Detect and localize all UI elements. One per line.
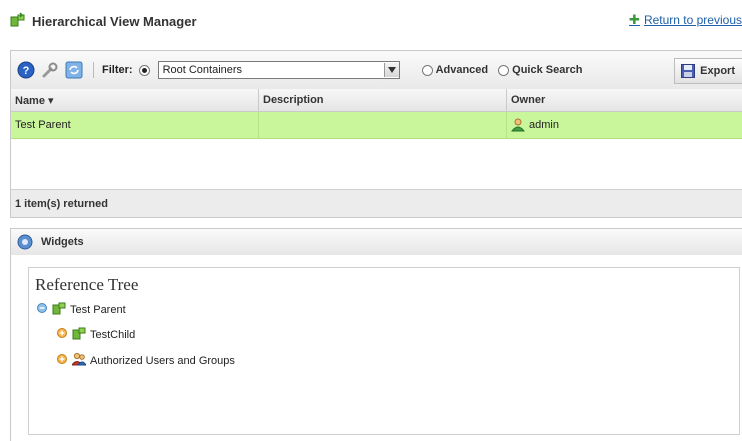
plus-icon: ✚ [629,12,640,27]
tree-node-test-parent[interactable]: Test Parent [37,301,126,318]
help-icon[interactable]: ? [17,61,35,79]
page-header: Hierarchical View Manager [10,10,197,32]
advanced-label: Advanced [435,64,489,76]
user-group-icon [71,352,87,369]
widgets-icon [17,234,33,250]
quick-search-label: Quick Search [512,64,583,76]
table-row[interactable]: Test Parent admin [11,112,742,139]
tree-node-label: Authorized Users and Groups [90,354,235,367]
expand-icon[interactable] [57,328,67,341]
column-header-description[interactable]: Description [259,89,507,111]
save-icon [681,64,696,78]
collapse-icon[interactable] [37,303,47,316]
widgets-title: Widgets [41,236,84,248]
export-button[interactable]: Export [674,58,742,84]
expand-icon[interactable] [57,354,67,367]
row-description-cell [259,112,507,138]
advanced-radio[interactable]: Advanced [421,64,489,76]
reference-tree-title: Reference Tree [35,275,139,294]
svg-text:?: ? [23,65,30,77]
filter-radio-root[interactable] [138,64,150,76]
hierarchy-icon [10,11,26,31]
quick-search-radio[interactable]: Quick Search [498,64,582,76]
container-icon [52,301,66,318]
grid-header: Name ▾ Description Owner [11,89,742,112]
tree-node-authorized-users[interactable]: Authorized Users and Groups [57,352,235,369]
return-link-label: Return to previous [643,13,742,27]
radio-selected-icon [138,64,150,76]
export-label: Export [700,65,735,77]
owner-label: admin [529,119,559,131]
return-to-previous-link[interactable]: ✚ Return to previous [629,12,742,28]
column-header-owner[interactable]: Owner [507,89,742,111]
chevron-down-icon[interactable] [383,63,399,77]
tree-node-label: TestChild [90,328,136,341]
reference-tree-panel: Reference Tree Test Parent TestChild Aut… [28,267,740,435]
refresh-icon[interactable] [65,61,83,79]
row-owner-cell: admin [507,112,742,138]
column-header-name[interactable]: Name ▾ [11,89,259,111]
filter-label: Filter: [102,64,133,76]
filter-select-value: Root Containers [162,64,243,76]
toolbar-divider [93,62,94,78]
page-title: Hierarchical View Manager [32,13,197,29]
user-icon [511,118,525,132]
row-name-cell: Test Parent [11,112,259,138]
container-icon [72,326,86,343]
widgets-body: Reference Tree Test Parent TestChild Aut… [10,255,742,441]
tree-node-label: Test Parent [70,303,126,316]
grid-footer: 1 item(s) returned [11,189,742,217]
results-panel: ? Filter: Root Containers Advanced Quick… [10,50,742,218]
radio-icon [421,64,433,76]
filter-select[interactable]: Root Containers [157,61,400,79]
widgets-header[interactable]: Widgets [10,228,742,256]
wrench-icon[interactable] [41,61,59,79]
radio-icon [498,64,510,76]
tree-node-testchild[interactable]: TestChild [57,326,135,343]
toolbar: ? Filter: Root Containers Advanced Quick… [11,51,742,90]
